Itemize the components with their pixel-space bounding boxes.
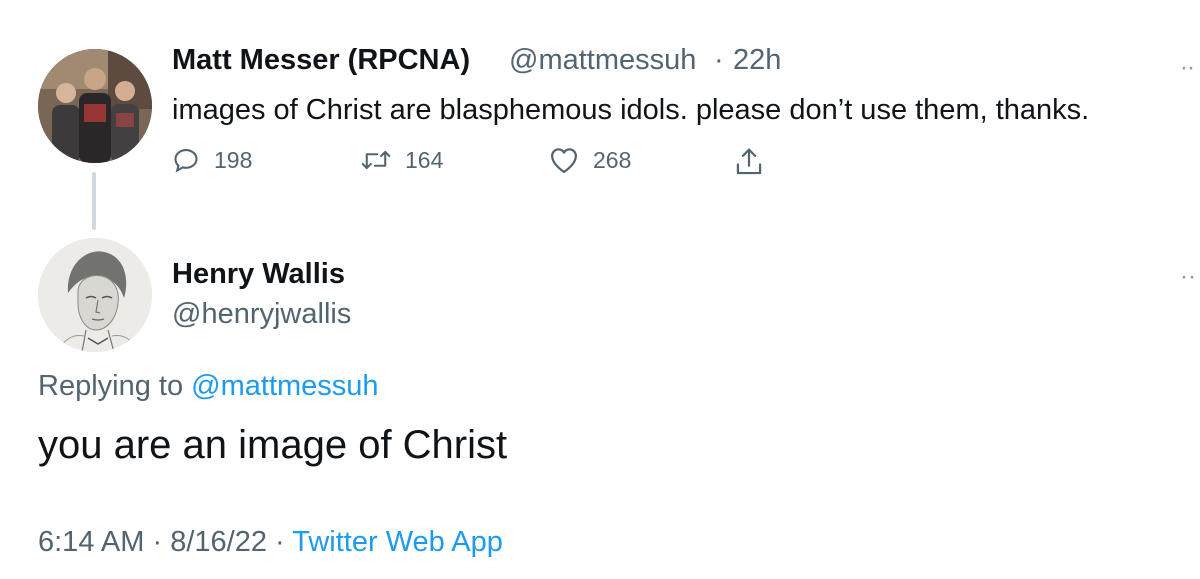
retweet-button[interactable]: 164	[361, 146, 443, 174]
reply-tweet-text: you are an image of Christ	[38, 423, 508, 467]
author-handle[interactable]: @mattmessuh	[509, 44, 696, 77]
reply-icon	[172, 146, 200, 174]
replying-mention-link[interactable]: @mattmessuh	[191, 370, 378, 402]
more-dots-icon[interactable]: ··	[1180, 54, 1195, 82]
author-name[interactable]: Matt Messer (RPCNA)	[172, 44, 470, 77]
retweet-icon	[361, 146, 391, 174]
share-icon	[734, 146, 764, 178]
avatar-henry-wallis[interactable]	[38, 238, 152, 352]
reply-count: 198	[214, 146, 253, 173]
like-button[interactable]: 268	[549, 146, 631, 174]
retweet-count: 164	[405, 146, 444, 173]
tweet-source-link[interactable]: Twitter Web App	[292, 526, 503, 558]
share-button[interactable]	[734, 146, 764, 178]
reply-author-name[interactable]: Henry Wallis	[172, 258, 345, 291]
reply-author-handle[interactable]: @henryjwallis	[172, 298, 351, 331]
tweet-time[interactable]: 22h	[733, 44, 781, 77]
separator-dot: ·	[714, 44, 724, 76]
separator-dot: ·	[152, 526, 163, 558]
thread-connector-line	[92, 172, 96, 230]
tweet-text: images of Christ are blasphemous idols. …	[172, 94, 1090, 126]
reply-button[interactable]: 198	[172, 146, 252, 174]
tweet-date[interactable]: 8/16/22	[170, 526, 267, 558]
tweet-timestamp[interactable]: 6:14 AM	[38, 526, 144, 558]
replying-prefix: Replying to	[38, 370, 184, 402]
tweet-meta: 6:14 AM · 8/16/22 · Twitter Web App	[38, 526, 503, 559]
like-icon	[549, 146, 579, 174]
avatar-photo	[38, 49, 152, 163]
avatar-matt-messer[interactable]	[38, 49, 152, 163]
separator-dot: ·	[275, 526, 285, 558]
replying-to: Replying to @mattmessuh	[38, 370, 379, 403]
avatar-sketch	[38, 238, 152, 352]
like-count: 268	[593, 146, 632, 173]
more-dots-icon[interactable]: ··	[1180, 263, 1196, 291]
